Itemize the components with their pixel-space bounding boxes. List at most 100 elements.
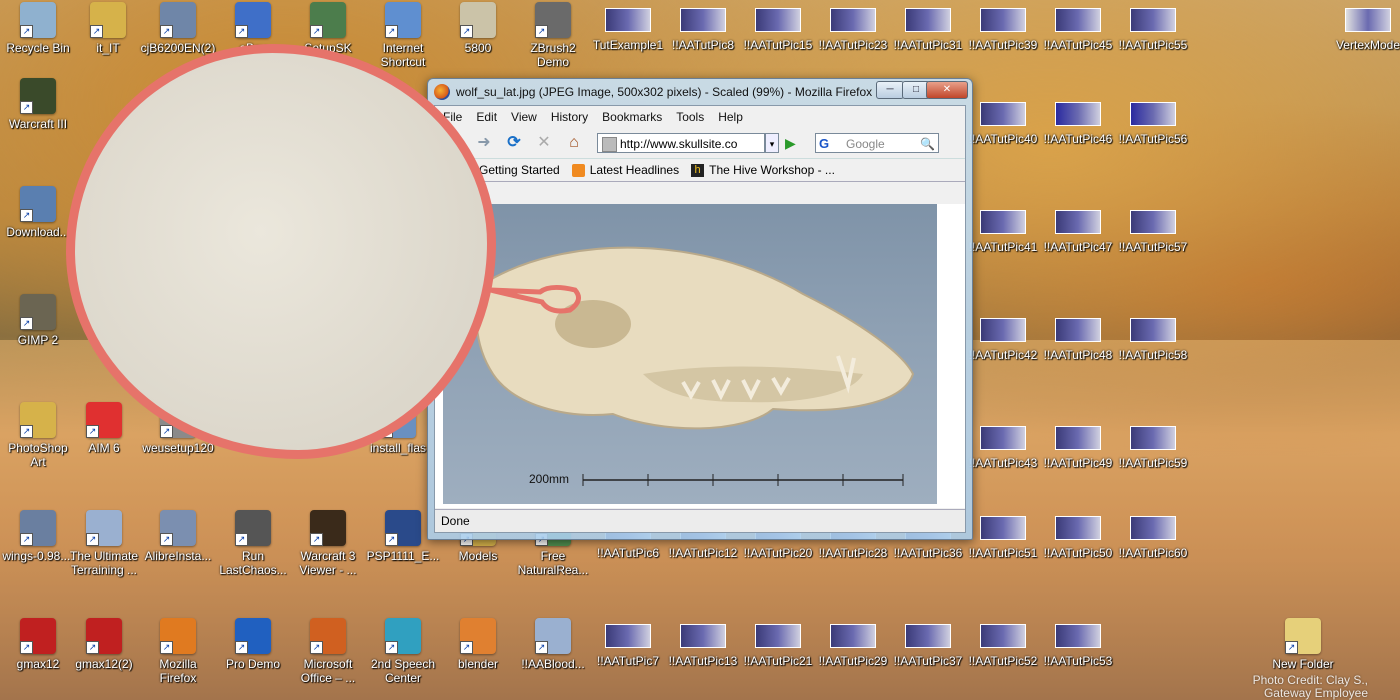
stop-icon[interactable]: ✕ [533,132,555,154]
desktop-icon[interactable]: ↗ Warcraft III [0,78,76,131]
desktop-icon[interactable]: ↗ blender [440,618,516,671]
desktop-icon[interactable]: !!AATutPic52 [965,618,1041,668]
desktop-icon[interactable]: ↗ PhotoShop Art [0,402,76,469]
menu-tools[interactable]: Tools [676,110,704,124]
folder-icon: ↗ [1285,618,1321,654]
desktop-icon[interactable]: !!AATutPic37 [890,618,966,668]
firefox-titlebar[interactable]: wolf_su_lat.jpg (JPEG Image, 500x302 pix… [428,79,972,105]
desktop-icon[interactable]: ↗ Download... [0,186,76,239]
folder-icon: ↗ [90,2,126,38]
search-icon[interactable]: 🔍 [920,134,935,154]
google-engine-icon[interactable]: G [819,136,829,152]
home-icon[interactable]: ⌂ [563,132,585,154]
desktop-icon[interactable]: !!AATutPic51 [965,510,1041,560]
menu-history[interactable]: History [551,110,588,124]
desktop-icon[interactable]: !!AATutPic56 [1115,96,1191,146]
desktop-icon[interactable]: ↗ Mozilla Firefox [140,618,216,685]
url-dropdown-icon[interactable]: ▾ [765,133,779,153]
close-button[interactable]: ✕ [926,81,968,99]
desktop-icon[interactable]: !!AATutPic58 [1115,312,1191,362]
desktop-icon-label: Pro Demo [225,657,281,671]
desktop-icon[interactable]: !!AATutPic43 [965,420,1041,470]
desktop-icon[interactable]: ↗ Run LastChaos... [215,510,291,577]
desktop-icon[interactable]: ↗ Recycle Bin [0,2,76,55]
desktop-icon[interactable]: !!AATutPic57 [1115,204,1191,254]
shortcut-arrow-icon: ↗ [235,25,248,38]
bookmark-getting-started[interactable]: Getting Started [479,163,560,177]
desktop-icon[interactable]: ↗ 2nd Speech Center [365,618,441,685]
menu-edit[interactable]: Edit [476,110,497,124]
site-favicon-icon [602,137,617,152]
desktop-icon[interactable]: !!AATutPic50 [1040,510,1116,560]
desktop-icon[interactable]: ↗ it_IT [70,2,146,55]
desktop-icon[interactable]: ↗ Warcraft 3 Viewer - ... [290,510,366,577]
desktop-icon[interactable]: ↗ !!AABlood... [515,618,591,671]
desktop-icon[interactable]: ↗ AlibreInsta... [140,510,216,563]
gmax-icon: ↗ [86,618,122,654]
desktop-icon-label: Run LastChaos... [219,549,287,577]
desktop-icon[interactable]: !!AATutPic45 [1040,2,1116,52]
desktop-icon[interactable]: !!AATutPic42 [965,312,1041,362]
desktop-icon[interactable]: ↗ gmax12 [0,618,76,671]
desktop-icon-label: !!AATutPic49 [1043,456,1113,470]
desktop-icon[interactable]: ↗ AIM 6 [66,402,142,455]
desktop-icon[interactable]: !!AATutPic60 [1115,510,1191,560]
desktop-icon[interactable]: !!AATutPic41 [965,204,1041,254]
menu-help[interactable]: Help [718,110,743,124]
reload-icon[interactable]: ⟳ [503,132,525,154]
desktop-icon[interactable]: !!AATutPic49 [1040,420,1116,470]
desktop-icon[interactable]: !!AATutPic39 [965,2,1041,52]
image-icon [1130,318,1176,342]
desktop-icon-label: New Folder [1272,657,1334,671]
desktop-icon[interactable]: ↗ 5800 [440,2,516,55]
desktop-icon[interactable]: !!AATutPic29 [815,618,891,668]
desktop-icon[interactable]: !!AATutPic31 [890,2,966,52]
desktop-icon[interactable]: ↗ Microsoft Office – ... [290,618,366,685]
desktop-icon-label: !!AATutPic31 [893,38,963,52]
desktop-icon[interactable]: ↗ Pro Demo [215,618,291,671]
desktop-icon[interactable]: !!AATutPic8 [665,2,741,52]
desktop-icon[interactable]: ↗ cjB6200EN(2) [140,2,216,55]
search-input[interactable]: G Google 🔍 [815,133,939,153]
desktop-icon[interactable]: !!AATutPic47 [1040,204,1116,254]
desktop-icon[interactable]: !!AATutPic13 [665,618,741,668]
desktop-icon[interactable]: !!AATutPic7 [590,618,666,668]
url-bar[interactable]: http://www.skullsite.co [597,133,765,153]
forward-icon[interactable]: ➜ [473,132,495,154]
desktop-icon[interactable]: !!AATutPic40 [965,96,1041,146]
menu-bookmarks[interactable]: Bookmarks [602,110,662,124]
desktop-icon[interactable]: ↗ GIMP 2 [0,294,76,347]
bookmarks-toolbar: Getting Started Latest Headlines h The H… [435,158,965,182]
go-icon[interactable]: ▶ [785,135,801,152]
minimize-button[interactable]: ─ [876,81,904,99]
desktop-icon[interactable]: TutExample1 [590,2,666,52]
desktop-icon[interactable]: ↗ wings-0.98.... [0,510,76,563]
desktop-icon[interactable]: !!AATutPic23 [815,2,891,52]
desktop-icon[interactable]: !!AATutPic15 [740,2,816,52]
desktop-icon[interactable]: ↗ New Folder [1265,618,1341,671]
desktop-icon[interactable]: ↗ gmax12(2) [66,618,142,671]
desktop-icon[interactable]: ↗ The Ultimate Terraining ... [66,510,142,577]
desktop-icon[interactable]: !!AATutPic55 [1115,2,1191,52]
image-icon [830,624,876,648]
desktop-icon[interactable]: !!AATutPic21 [740,618,816,668]
desktop-icon-label: Recycle Bin [6,41,70,55]
shortcut-icon: ↗ [235,618,271,654]
desktop-icon[interactable]: !!AATutPic59 [1115,420,1191,470]
desktop-icon[interactable]: ↗ ZBrush2 Demo [515,2,591,69]
bookmark-latest-headlines[interactable]: Latest Headlines [571,163,679,177]
image-icon [980,102,1026,126]
image-icon [980,516,1026,540]
shortcut-arrow-icon: ↗ [310,533,323,546]
bookmark-hive-workshop[interactable]: h The Hive Workshop - ... [691,163,835,177]
desktop-icon[interactable]: !!AATutPic53 [1040,618,1116,668]
desktop-icon[interactable]: !!AATutPic46 [1040,96,1116,146]
shortcut-arrow-icon: ↗ [86,425,99,438]
menu-view[interactable]: View [511,110,537,124]
desktop-icon[interactable]: !!AATutPic48 [1040,312,1116,362]
hive-icon: h [691,163,705,177]
shortcut-arrow-icon: ↗ [20,25,33,38]
image-icon [1055,516,1101,540]
desktop-icon[interactable]: VertexMode [1330,2,1400,52]
desktop-icon[interactable]: ↗ Internet Shortcut [365,2,441,69]
